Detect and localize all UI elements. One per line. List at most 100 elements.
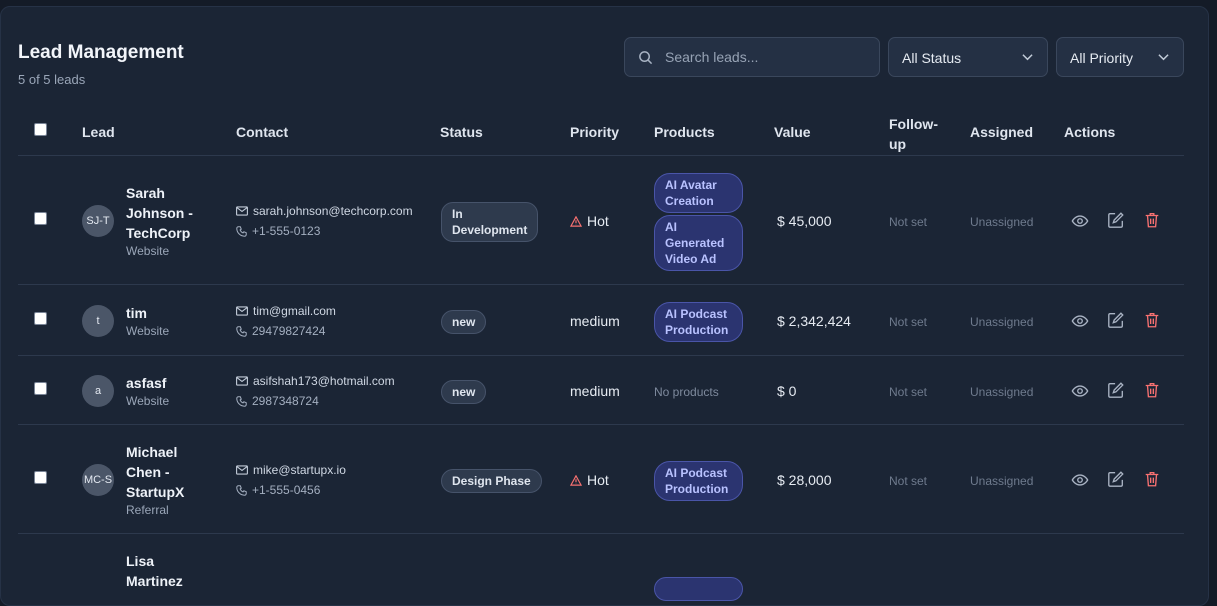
phone-text: +1-555-0123 xyxy=(252,224,321,238)
lead-name[interactable]: Michael Chen - StartupX xyxy=(126,442,206,502)
status-badge: Design Phase xyxy=(441,469,542,493)
column-header-products: Products xyxy=(654,124,715,140)
priority-filter[interactable]: All Priority xyxy=(1056,37,1184,77)
contact-phone: +1-555-0456 xyxy=(236,483,320,497)
search-icon xyxy=(639,51,653,65)
phone-text: 2987348724 xyxy=(252,394,319,408)
divider xyxy=(18,424,1184,425)
page-title: Lead Management xyxy=(18,42,184,63)
divider xyxy=(18,284,1184,285)
mail-icon xyxy=(236,465,248,475)
warning-icon xyxy=(570,474,582,486)
lead-name[interactable]: Sarah Johnson - TechCorp xyxy=(126,183,206,243)
phone-text: +1-555-0456 xyxy=(252,483,321,497)
edit-icon[interactable] xyxy=(1107,381,1125,399)
lead-value: $ 0 xyxy=(777,383,797,399)
priority-label: Hot xyxy=(570,213,609,229)
contact-email: sarah.johnson@techcorp.com xyxy=(236,204,413,218)
phone-icon xyxy=(236,395,247,407)
delete-icon[interactable] xyxy=(1143,311,1161,329)
lead-count: 5 of 5 leads xyxy=(18,72,86,87)
row-checkbox[interactable] xyxy=(34,382,47,395)
avatar: a xyxy=(82,375,114,407)
delete-icon[interactable] xyxy=(1143,470,1161,488)
delete-icon[interactable] xyxy=(1143,381,1161,399)
divider xyxy=(18,155,1184,156)
status-badge: new xyxy=(441,310,487,334)
contact-phone: +1-555-0123 xyxy=(236,224,320,238)
priority-text: medium xyxy=(570,313,620,329)
product-badge: AI Podcast Production xyxy=(654,461,743,501)
eye-icon[interactable] xyxy=(1071,382,1089,400)
lead-management-card: Lead Management 5 of 5 leads All Status … xyxy=(0,6,1209,606)
mail-icon xyxy=(236,206,248,216)
chevron-down-icon xyxy=(1158,54,1169,61)
followup-value: Not set xyxy=(889,215,928,229)
eye-icon[interactable] xyxy=(1071,471,1089,489)
status-badge: In Development xyxy=(441,202,538,242)
column-header-contact: Contact xyxy=(236,124,289,140)
priority-text: Hot xyxy=(587,213,609,229)
select-all-checkbox[interactable] xyxy=(34,123,47,136)
lead-source: Website xyxy=(126,324,170,338)
divider xyxy=(18,533,1184,534)
column-header-value: Value xyxy=(774,124,811,140)
email-text: mike@startupx.io xyxy=(253,463,346,477)
lead-name[interactable]: asfasf xyxy=(126,373,206,393)
followup-value: Not set xyxy=(889,315,928,329)
mail-icon xyxy=(236,306,248,316)
assigned-value: Unassigned xyxy=(970,474,1034,488)
lead-name[interactable]: Lisa Martinez xyxy=(126,551,206,591)
row-checkbox[interactable] xyxy=(34,471,47,484)
priority-label: medium xyxy=(570,383,620,399)
assigned-value: Unassigned xyxy=(970,215,1034,229)
eye-icon[interactable] xyxy=(1071,312,1089,330)
email-text: tim@gmail.com xyxy=(253,304,336,318)
column-header-followup: Follow-up xyxy=(889,116,938,152)
phone-icon xyxy=(236,325,247,337)
product-badge: AI Podcast Production xyxy=(654,302,743,342)
search-input[interactable] xyxy=(665,38,875,76)
priority-filter-value: All Priority xyxy=(1070,50,1134,66)
eye-icon[interactable] xyxy=(1071,212,1089,230)
row-checkbox[interactable] xyxy=(34,212,47,225)
column-header-lead: Lead xyxy=(82,124,115,140)
priority-label: Hot xyxy=(570,472,609,488)
lead-value: $ 28,000 xyxy=(777,472,832,488)
product-badge xyxy=(654,577,743,601)
avatar: t xyxy=(82,305,114,337)
status-filter[interactable]: All Status xyxy=(888,37,1048,77)
contact-phone: 29479827424 xyxy=(236,324,325,338)
lead-source: Website xyxy=(126,244,170,258)
contact-email: asifshah173@hotmail.com xyxy=(236,374,395,388)
priority-text: medium xyxy=(570,383,620,399)
priority-label: medium xyxy=(570,313,620,329)
search-box[interactable] xyxy=(624,37,880,77)
followup-value: Not set xyxy=(889,474,928,488)
avatar: MC-S xyxy=(82,464,114,496)
edit-icon[interactable] xyxy=(1107,470,1125,488)
product-badge: AI Generated Video Ad xyxy=(654,215,743,271)
row-checkbox[interactable] xyxy=(34,312,47,325)
edit-icon[interactable] xyxy=(1107,311,1125,329)
followup-value: Not set xyxy=(889,385,928,399)
contact-email: mike@startupx.io xyxy=(236,463,346,477)
product-badge: AI Avatar Creation xyxy=(654,173,743,213)
contact-email: tim@gmail.com xyxy=(236,304,336,318)
lead-value: $ 45,000 xyxy=(777,213,832,229)
avatar: SJ-T xyxy=(82,205,114,237)
delete-icon[interactable] xyxy=(1143,211,1161,229)
chevron-down-icon xyxy=(1022,54,1033,61)
assigned-value: Unassigned xyxy=(970,315,1034,329)
contact-phone: 2987348724 xyxy=(236,394,319,408)
no-products-text: No products xyxy=(654,385,719,399)
column-header-assigned: Assigned xyxy=(970,124,1034,140)
column-header-status: Status xyxy=(440,124,483,140)
lead-name[interactable]: tim xyxy=(126,303,206,323)
phone-icon xyxy=(236,225,247,237)
mail-icon xyxy=(236,376,248,386)
email-text: asifshah173@hotmail.com xyxy=(253,374,395,388)
edit-icon[interactable] xyxy=(1107,211,1125,229)
status-badge: new xyxy=(441,380,487,404)
lead-source: Referral xyxy=(126,503,169,517)
